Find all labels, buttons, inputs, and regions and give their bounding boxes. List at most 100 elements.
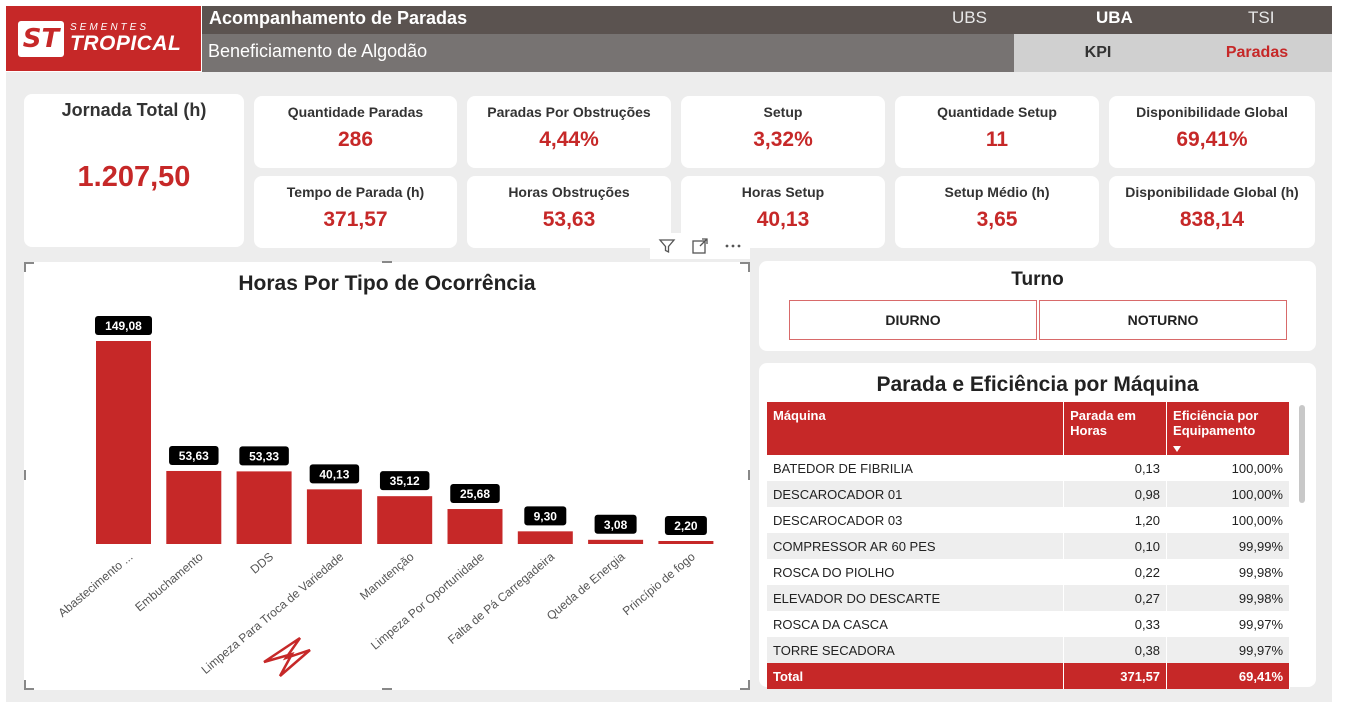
table-row[interactable]: ROSCA DO PIOLHO 0,22 99,98%: [767, 559, 1290, 585]
unit-tab-tsi[interactable]: TSI: [1248, 8, 1274, 28]
eficiencia-cell: 99,98%: [1166, 559, 1290, 585]
table-row[interactable]: DESCAROCADOR 01 0,98 100,00%: [767, 481, 1290, 507]
col-header-eficiencia[interactable]: Eficiência por Equipamento: [1166, 402, 1290, 455]
unit-tab-ubs[interactable]: UBS: [952, 8, 987, 28]
kpi-value: 40,13: [756, 208, 810, 231]
machine-name-cell: BATEDOR DE FIBRILIA: [767, 455, 1065, 481]
kpi-card-setup: Setup 3,32%: [681, 96, 885, 168]
resize-handle-top[interactable]: [382, 261, 392, 263]
kpi-label: Paradas Por Obstruções: [487, 104, 651, 120]
col-header-parada-horas[interactable]: Parada em Horas: [1063, 402, 1168, 455]
kpi-label: Setup Médio (h): [944, 184, 1050, 200]
resize-handle-right[interactable]: [748, 470, 750, 480]
machine-name-cell: ROSCA DA CASCA: [767, 611, 1065, 637]
kpi-label: Horas Obstruções: [508, 184, 630, 200]
table-row[interactable]: COMPRESSOR AR 60 PES 0,10 99,99%: [767, 533, 1290, 559]
data-label: 40,13: [319, 467, 349, 481]
turno-slicer: Turno DIURNO NOTURNO: [759, 261, 1316, 351]
header-bar: Acompanhamento de Paradas UBS UBA TSI: [202, 6, 1332, 34]
table-row[interactable]: ELEVADOR DO DESCARTE 0,27 99,98%: [767, 585, 1290, 611]
turno-option-noturno[interactable]: NOTURNO: [1039, 300, 1287, 340]
data-label: 53,63: [179, 449, 209, 463]
kpi-value: 3,32%: [753, 128, 813, 151]
parada-cell: 0,33: [1063, 611, 1168, 637]
kpi-value: 11: [985, 128, 1009, 151]
focus-mode-icon[interactable]: [691, 237, 709, 255]
unit-tab-uba[interactable]: UBA: [1096, 8, 1133, 28]
kpi-card-disponibilidade-global: Disponibilidade Global 69,41%: [1109, 96, 1315, 168]
chart-bar[interactable]: [377, 496, 433, 544]
page-subtitle: Beneficiamento de Algodão: [208, 41, 428, 61]
kpi-card-jornada: Jornada Total (h) 1.207,50: [24, 94, 244, 247]
machine-name-cell: TORRE SECADORA: [767, 637, 1065, 663]
kpi-label: Setup: [763, 104, 803, 120]
data-label: 53,33: [249, 449, 279, 463]
logo-text: SEMENTES TROPICAL: [70, 23, 182, 55]
data-label: 9,30: [534, 509, 558, 523]
kpi-value: 53,63: [542, 208, 596, 231]
x-tick-label: DDS: [248, 550, 276, 577]
table-row[interactable]: ROSCA DA CASCA 0,33 99,97%: [767, 611, 1290, 637]
parada-cell: 1,20: [1063, 507, 1168, 533]
chart-bar[interactable]: [658, 541, 714, 544]
kpi-label: Disponibilidade Global: [1136, 104, 1288, 120]
resize-handle-left[interactable]: [24, 470, 26, 480]
kpi-card-disponibilidade-global-h: Disponibilidade Global (h) 838,14: [1109, 176, 1315, 248]
visual-header-toolbar: [650, 233, 750, 259]
machine-name-cell: COMPRESSOR AR 60 PES: [767, 533, 1065, 559]
machine-table-panel: Parada e Eficiência por Máquina Máquina …: [759, 363, 1316, 689]
chart-bar[interactable]: [447, 509, 503, 544]
table-body: BATEDOR DE FIBRILIA 0,13 100,00% DESCAROCAD…: [767, 455, 1290, 663]
kpi-label: Horas Setup: [741, 184, 825, 200]
data-label: 25,68: [460, 487, 490, 501]
col-header-label: Eficiência por Equipamento: [1173, 408, 1259, 438]
data-label: 2,20: [674, 519, 698, 533]
resize-handle-top-right[interactable]: [740, 262, 750, 272]
chart-bar[interactable]: [96, 341, 151, 544]
turno-option-diurno[interactable]: DIURNO: [789, 300, 1037, 340]
chart-bar[interactable]: [166, 470, 222, 544]
page-title: Acompanhamento de Paradas: [209, 8, 468, 28]
machine-name-cell: ELEVADOR DO DESCARTE: [767, 585, 1065, 611]
resize-handle-bottom-right[interactable]: [740, 680, 750, 690]
data-label: 35,12: [390, 474, 420, 488]
logo-line2: TROPICAL: [70, 32, 182, 55]
kpi-label: Quantidade Setup: [937, 104, 1057, 120]
kpi-value: 838,14: [1179, 208, 1245, 231]
table-row[interactable]: TORRE SECADORA 0,38 99,97%: [767, 637, 1290, 663]
logo-mark: ST: [18, 20, 64, 57]
more-options-icon[interactable]: [724, 237, 742, 255]
col-header-maquina[interactable]: Máquina: [767, 402, 1065, 455]
parada-cell: 0,10: [1063, 533, 1168, 559]
chart-bar[interactable]: [306, 489, 362, 544]
subtitle-bar: Beneficiamento de Algodão: [202, 34, 1014, 72]
kpi-value: 3,65: [976, 208, 1018, 231]
chart-panel[interactable]: Horas Por Tipo de Ocorrência 149,08 Abast…: [24, 262, 750, 690]
total-parada: 371,57: [1063, 663, 1168, 689]
table-row[interactable]: DESCAROCADOR 03 1,20 100,00%: [767, 507, 1290, 533]
brand-logo: ST SEMENTES TROPICAL: [6, 6, 201, 71]
parada-cell: 0,38: [1063, 637, 1168, 663]
resize-handle-top-left[interactable]: [24, 262, 34, 272]
eficiencia-cell: 100,00%: [1166, 455, 1290, 481]
table-scrollbar[interactable]: [1299, 405, 1305, 503]
bar-chart: 149,08 Abastecimento ... 53,63 Embuchamento…: [55, 316, 714, 677]
turno-title: Turno: [1011, 269, 1064, 290]
x-tick-label: Limpeza Por Oportunidade: [368, 549, 487, 652]
chart-bar[interactable]: [588, 539, 644, 544]
report-canvas: Jornada Total (h) 1.207,50 Quantidade Pa…: [6, 72, 1332, 702]
parada-cell: 0,13: [1063, 455, 1168, 481]
x-tick-label: Manutenção: [357, 549, 417, 602]
table-row[interactable]: BATEDOR DE FIBRILIA 0,13 100,00%: [767, 455, 1290, 481]
nav-paradas-button[interactable]: Paradas: [1182, 34, 1332, 72]
kpi-value: 1.207,50: [77, 161, 191, 193]
kpi-value: 69,41%: [1176, 128, 1248, 151]
resize-handle-bottom[interactable]: [382, 688, 392, 690]
chart-bar[interactable]: [236, 471, 292, 544]
machine-name-cell: DESCAROCADOR 01: [767, 481, 1065, 507]
filter-icon[interactable]: [658, 237, 676, 255]
chart-bar[interactable]: [517, 531, 573, 544]
nav-kpi-button[interactable]: KPI: [1014, 34, 1182, 72]
x-tick-label: Embuchamento: [132, 549, 206, 614]
resize-handle-bottom-left[interactable]: [24, 680, 34, 690]
